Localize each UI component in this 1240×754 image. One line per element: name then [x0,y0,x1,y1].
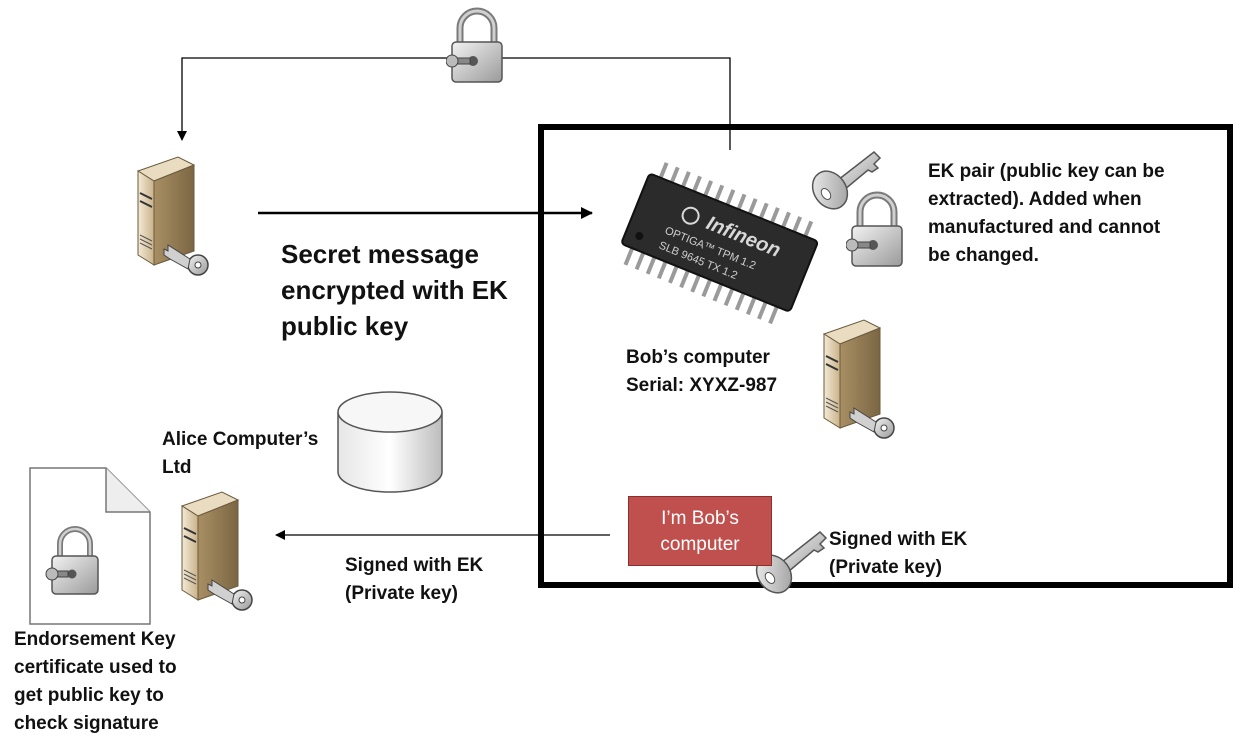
server-icon [136,156,209,276]
signed-message-box: I’m Bob’s computer [628,496,772,566]
bobs-computer-label: Bob’s computer Serial: XYXZ-987 [626,347,778,396]
signed-with-ek-left-label: Signed with EK (Private key) [345,555,484,604]
document-icon [29,467,151,625]
server-icon [822,319,895,439]
signed-message-line2: computer [660,534,740,555]
signed-with-ek-right-label: Signed with EK (Private key) [829,529,968,578]
endorsement-cert-label: Endorsement Key certificate used to get … [14,629,177,734]
server-icon [180,491,253,611]
database-icon [337,391,443,493]
padlock-icon [446,7,503,83]
diagram-canvas: Infineon OPTIGA™ TPM 1.2 SLB 9645 TX 1.2… [0,0,1240,754]
secret-message-label: Secret message encrypted with EK public … [281,239,508,341]
ek-pair-label: EK pair (public key can be extracted). A… [928,161,1165,266]
connectors-layer [177,57,1233,588]
padlock-icon [846,191,903,267]
tpm-chip-icon: Infineon OPTIGA™ TPM 1.2 SLB 9645 TX 1.2 [621,162,819,325]
alice-ltd-label: Alice Computer’s Ltd [162,429,319,478]
signed-message-line1: I’m Bob’s [661,508,739,529]
